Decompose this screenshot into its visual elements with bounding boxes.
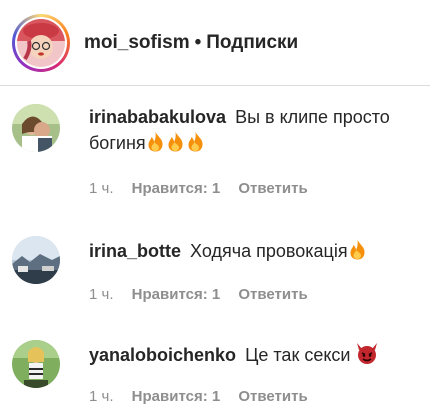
avatar[interactable] xyxy=(12,104,60,152)
comment-username[interactable]: yanaloboichenko xyxy=(89,345,236,365)
reply-button[interactable]: Ответить xyxy=(238,180,307,197)
avatar[interactable] xyxy=(12,340,60,388)
comment-time[interactable]: 1 ч. xyxy=(89,388,114,405)
likes-count[interactable]: Нравится: 1 xyxy=(132,388,221,405)
likes-count[interactable]: Нравится: 1 xyxy=(132,286,221,303)
fire-icon xyxy=(348,239,367,267)
post-header: moi_sofism • Подписки xyxy=(0,0,430,85)
smiling-devil-icon xyxy=(355,342,379,371)
fire-icon xyxy=(186,131,205,159)
separator-dot: • xyxy=(194,31,202,53)
avatar[interactable] xyxy=(12,236,60,284)
fire-icon xyxy=(166,131,185,159)
comment-body: yanaloboichenko Це так секси xyxy=(89,342,419,371)
comment-meta: 1 ч. Нравится: 1 Ответить xyxy=(89,286,322,303)
comment-body: irina_botte Ходяча провокація xyxy=(89,238,419,267)
comment-time[interactable]: 1 ч. xyxy=(89,180,114,197)
reply-button[interactable]: Ответить xyxy=(238,388,307,405)
comment-meta: 1 ч. Нравится: 1 Ответить xyxy=(89,180,322,197)
comment-username[interactable]: irinababakulova xyxy=(89,107,226,127)
following-button[interactable]: Подписки xyxy=(206,32,298,53)
comment-text: Ходяча провокація xyxy=(190,241,348,261)
header-username[interactable]: moi_sofism xyxy=(84,32,190,53)
comment-time[interactable]: 1 ч. xyxy=(89,286,114,303)
comments-panel: moi_sofism • Подписки irinababakulova Вы в… xyxy=(0,0,430,419)
comment-username[interactable]: irina_botte xyxy=(89,241,181,261)
fire-icon xyxy=(146,131,165,159)
story-ring[interactable] xyxy=(12,13,70,72)
likes-count[interactable]: Нравится: 1 xyxy=(132,180,221,197)
reply-button[interactable]: Ответить xyxy=(238,286,307,303)
comment-meta: 1 ч. Нравится: 1 Ответить xyxy=(89,388,322,405)
header-title: moi_sofism • Подписки xyxy=(84,32,298,54)
comment-body: irinababakulova Вы в клипе просто богиня xyxy=(89,104,419,159)
divider xyxy=(0,85,430,86)
avatar[interactable] xyxy=(17,18,65,67)
comment-text: Це так секси xyxy=(245,345,351,365)
